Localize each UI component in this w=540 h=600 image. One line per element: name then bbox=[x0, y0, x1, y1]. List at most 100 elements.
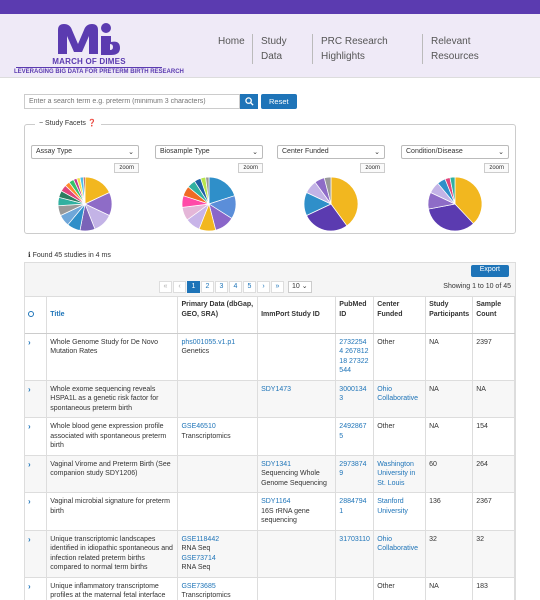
cell-title: Vaginal microbial signature for preterm … bbox=[46, 492, 179, 531]
page-4[interactable]: 4 bbox=[229, 281, 242, 293]
page-next[interactable]: › bbox=[257, 281, 270, 293]
page-1[interactable]: 1 bbox=[187, 281, 200, 293]
search-button[interactable] bbox=[240, 94, 258, 109]
table-row[interactable]: › Unique inflammatory transcriptome prof… bbox=[25, 577, 515, 600]
pubmed-link[interactable]: 30001343 bbox=[339, 386, 366, 403]
col-header-title[interactable]: Title bbox=[46, 297, 179, 334]
nav-relevant-resources[interactable]: Relevant Resources bbox=[422, 34, 502, 64]
cell-participants: 136 bbox=[425, 492, 474, 531]
facets-title-label: Study Facets bbox=[45, 120, 86, 127]
cell-immport-id bbox=[257, 530, 337, 578]
nav-study-data[interactable]: Study Data bbox=[252, 34, 312, 64]
expand-row-icon[interactable]: › bbox=[28, 460, 31, 469]
facet-assay-type: Assay Type ⌄ zoom bbox=[31, 145, 139, 232]
col-header-center-funded[interactable]: Center Funded bbox=[373, 297, 427, 334]
export-button[interactable]: Export bbox=[470, 265, 509, 277]
nav-prc-research-highlights[interactable]: PRC Research Highlights bbox=[312, 34, 422, 64]
expand-row-icon[interactable]: › bbox=[28, 385, 31, 394]
col-header-pubmed-id[interactable]: PubMed ID bbox=[335, 297, 375, 334]
cell-participants: NA bbox=[425, 380, 474, 418]
cell-sample-count: 154 bbox=[472, 417, 515, 456]
pubmed-link[interactable]: 24928675 bbox=[339, 423, 366, 440]
primary-data-link[interactable]: GSE73714 bbox=[181, 555, 215, 562]
table-row[interactable]: › Whole exome sequencing reveals HSPA1L … bbox=[25, 380, 515, 418]
immport-link[interactable]: SDY1164 bbox=[261, 498, 290, 505]
facet-select-center-funded[interactable]: Center Funded ⌄ bbox=[277, 145, 385, 159]
pie-chart-condition-disease[interactable] bbox=[401, 168, 509, 240]
expand-row-icon[interactable]: › bbox=[28, 582, 31, 591]
cell-pubmed bbox=[335, 577, 375, 600]
cell-center: Other bbox=[373, 417, 427, 456]
table-row[interactable]: › Unique transcriptomic landscapes ident… bbox=[25, 530, 515, 578]
pubmed-link[interactable]: 31703110 bbox=[339, 536, 370, 543]
pie-chart-biosample-type[interactable] bbox=[155, 168, 263, 240]
immport-link[interactable]: SDY1341 bbox=[261, 461, 291, 468]
pie-chart-center-funded[interactable] bbox=[277, 168, 385, 240]
cell-title: Unique inflammatory transcriptome profil… bbox=[46, 577, 179, 600]
chevron-down-icon: ⌄ bbox=[498, 149, 504, 156]
page-first[interactable]: « bbox=[159, 281, 172, 293]
facet-condition-disease: Condition/Disease ⌄ zoom bbox=[401, 145, 509, 232]
col-header-primary-data[interactable]: Primary Data (dbGap, GEO, SRA) bbox=[177, 297, 259, 334]
expand-row-icon[interactable]: › bbox=[28, 535, 31, 544]
page-size-select[interactable]: 10 ⌄ bbox=[288, 281, 312, 293]
page-last[interactable]: » bbox=[271, 281, 284, 293]
brand-name: MARCH OF DIMES bbox=[52, 57, 126, 66]
page-2[interactable]: 2 bbox=[201, 281, 214, 293]
col-header-study-participants[interactable]: Study Participants bbox=[425, 297, 474, 334]
table-row[interactable]: › Whole Genome Study for De Novo Mutatio… bbox=[25, 333, 515, 381]
primary-data-link[interactable]: GSE46510 bbox=[181, 423, 215, 430]
primary-data-link[interactable]: phs001055.v1.p1 bbox=[181, 339, 235, 346]
cell-center: Other bbox=[373, 577, 427, 600]
col-header-immport-id[interactable]: ImmPort Study ID bbox=[257, 297, 337, 334]
facet-select-condition-disease[interactable]: Condition/Disease ⌄ bbox=[401, 145, 509, 159]
help-icon: ❓ bbox=[87, 120, 97, 127]
col-header-sample-count[interactable]: Sample Count bbox=[472, 297, 515, 334]
cell-title: Vaginal Virome and Preterm Birth (See co… bbox=[46, 455, 179, 493]
study-facets-toggle[interactable]: − Study Facets ❓ bbox=[35, 119, 101, 127]
center-link[interactable]: Ohio Collaborative bbox=[377, 386, 418, 403]
table-row[interactable]: › Whole blood gene expression profile as… bbox=[25, 417, 515, 456]
center-link[interactable]: Stanford University bbox=[377, 498, 408, 515]
facet-select-assay-type[interactable]: Assay Type ⌄ bbox=[31, 145, 139, 159]
cell-primary-data: GSE118442 RNA Seq GSE73714 RNA Seq bbox=[177, 530, 259, 578]
page-3[interactable]: 3 bbox=[215, 281, 228, 293]
page-5[interactable]: 5 bbox=[243, 281, 256, 293]
page-prev[interactable]: ‹ bbox=[173, 281, 186, 293]
results-count-text: Found 45 studies in 4 ms bbox=[32, 252, 111, 259]
cell-center: Washington University in St. Louis bbox=[373, 455, 427, 493]
cell-sample-count: 2397 bbox=[472, 333, 515, 381]
search-input[interactable] bbox=[24, 94, 240, 109]
primary-data-link[interactable]: GSE73685 bbox=[181, 583, 215, 590]
chevron-down-icon: ⌄ bbox=[252, 149, 258, 156]
march-of-dimes-logo[interactable]: MARCH OF DIMES LEVERAGING BIG DATA FOR P… bbox=[14, 20, 184, 76]
cell-pubmed: 24928675 bbox=[335, 417, 375, 456]
primary-data-link[interactable]: GSE118442 bbox=[181, 536, 219, 543]
center-link[interactable]: Ohio Collaborative bbox=[377, 536, 418, 553]
chevron-down-icon: ⌄ bbox=[301, 283, 308, 290]
nav-home[interactable]: Home bbox=[210, 34, 252, 64]
pubmed-link[interactable]: 29738749 bbox=[339, 461, 366, 478]
pubmed-link[interactable]: 27322544 26781218 27322544 bbox=[339, 339, 368, 375]
results-count: ℹ Found 45 studies in 4 ms bbox=[28, 251, 111, 259]
cell-title: Whole exome sequencing reveals HSPA1L as… bbox=[46, 380, 179, 418]
table-row[interactable]: › Vaginal Virome and Preterm Birth (See … bbox=[25, 455, 515, 493]
expand-row-icon[interactable]: › bbox=[28, 422, 31, 431]
facet-biosample-type: Biosample Type ⌄ zoom bbox=[155, 145, 263, 232]
cell-participants: NA bbox=[425, 577, 474, 600]
cell-participants: NA bbox=[425, 417, 474, 456]
cell-sample-count: 32 bbox=[472, 530, 515, 578]
pubmed-link[interactable]: 28847941 bbox=[339, 498, 366, 515]
immport-link[interactable]: SDY1473 bbox=[261, 386, 291, 393]
expand-row-icon[interactable]: › bbox=[28, 338, 31, 347]
cell-sample-count: 264 bbox=[472, 455, 515, 493]
reset-button[interactable]: Reset bbox=[261, 94, 297, 109]
cell-immport-id: SDY1164 16S rRNA gene sequencing bbox=[257, 492, 337, 531]
center-link[interactable]: Washington University in St. Louis bbox=[377, 461, 415, 487]
table-row[interactable]: › Vaginal microbial signature for preter… bbox=[25, 492, 515, 531]
pie-chart-assay-type[interactable] bbox=[31, 168, 139, 240]
studies-table: Title Primary Data (dbGap, GEO, SRA) Imm… bbox=[25, 297, 515, 600]
expand-all-header[interactable] bbox=[25, 297, 48, 334]
facet-select-biosample-type[interactable]: Biosample Type ⌄ bbox=[155, 145, 263, 159]
expand-row-icon[interactable]: › bbox=[28, 497, 31, 506]
